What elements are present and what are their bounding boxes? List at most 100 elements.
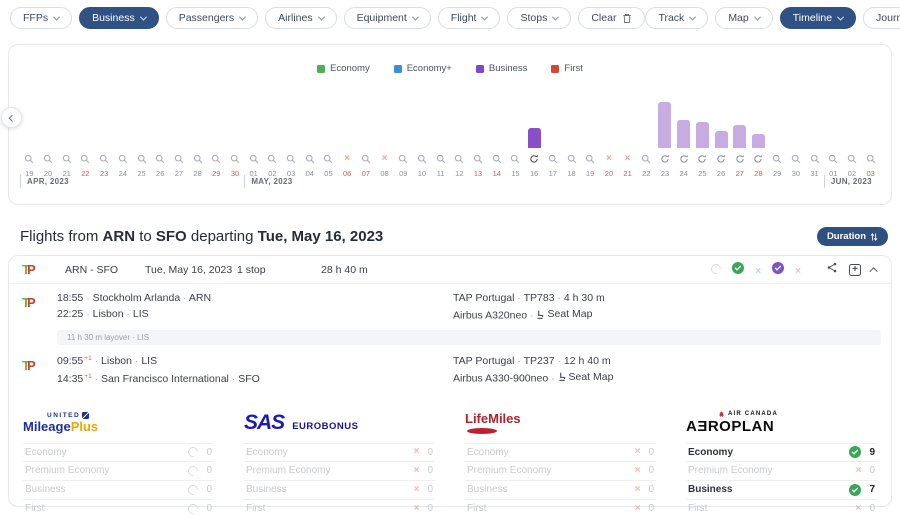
scroll-left-button[interactable] — [1, 107, 22, 128]
timeline-day-21[interactable]: ×21 — [618, 78, 637, 178]
timeline-day-13[interactable]: 13 — [469, 78, 488, 178]
search-icon[interactable] — [585, 154, 595, 164]
seat-map-link[interactable]: Seat Map — [558, 369, 614, 385]
refresh-icon[interactable] — [735, 154, 745, 164]
share-button[interactable] — [826, 261, 838, 279]
timeline-day-30[interactable]: 30 — [226, 78, 245, 178]
timeline-day-17[interactable]: 17 — [543, 78, 562, 178]
timeline-day-24[interactable]: 24 — [113, 78, 132, 178]
filter-pill-airlines[interactable]: Airlines — [265, 7, 336, 29]
seat-map-link[interactable]: Seat Map — [536, 306, 592, 322]
search-icon[interactable] — [137, 154, 147, 164]
timeline-day-11[interactable]: 11 — [431, 78, 450, 178]
timeline-day-30[interactable]: 30 — [787, 78, 806, 178]
filter-pill-ffps[interactable]: FFPs — [10, 7, 72, 29]
search-icon[interactable] — [211, 154, 221, 164]
search-icon[interactable] — [492, 154, 502, 164]
add-to-tracking-button[interactable]: + — [849, 264, 861, 276]
search-icon[interactable] — [398, 154, 408, 164]
timeline-day-20[interactable]: ×20 — [600, 78, 619, 178]
search-icon[interactable] — [791, 154, 801, 164]
timeline-day-12[interactable]: 12 — [450, 78, 469, 178]
timeline-day-25[interactable]: 25 — [693, 78, 712, 178]
search-icon[interactable] — [193, 154, 203, 164]
timeline-day-15[interactable]: 15 — [506, 78, 525, 178]
search-icon[interactable] — [454, 154, 464, 164]
search-icon[interactable] — [230, 154, 240, 164]
timeline-day-18[interactable]: 18 — [562, 78, 581, 178]
filter-pill-clear[interactable]: Clear — [578, 7, 645, 29]
timeline-day-27[interactable]: 27 — [170, 78, 189, 178]
filter-pill-passengers[interactable]: Passengers — [166, 7, 258, 29]
refresh-icon[interactable] — [529, 154, 539, 164]
collapse-chevron-icon[interactable] — [869, 267, 877, 275]
timeline-day-03[interactable]: 03 — [861, 78, 880, 178]
refresh-icon[interactable] — [753, 154, 763, 164]
timeline-day-03[interactable]: 03 — [282, 78, 301, 178]
search-icon[interactable] — [828, 154, 838, 164]
search-icon[interactable] — [43, 154, 53, 164]
search-icon[interactable] — [847, 154, 857, 164]
search-icon[interactable] — [417, 154, 427, 164]
filter-pill-track[interactable]: Track — [645, 7, 708, 29]
timeline-day-09[interactable]: 09 — [394, 78, 413, 178]
timeline-day-21[interactable]: 21 — [57, 78, 76, 178]
timeline-day-01[interactable]: 01 — [244, 78, 263, 178]
share-icon[interactable] — [826, 261, 838, 274]
timeline-day-27[interactable]: 27 — [730, 78, 749, 178]
filter-pill-timeline[interactable]: Timeline — [780, 7, 856, 29]
search-icon[interactable] — [772, 154, 782, 164]
flight-card-header[interactable]: TP ARN - SFO Tue, May 16, 2023 1 stop 28… — [9, 256, 891, 283]
search-icon[interactable] — [866, 154, 876, 164]
timeline-day-07[interactable]: 07 — [357, 78, 376, 178]
timeline-day-28[interactable]: 28 — [749, 78, 768, 178]
search-icon[interactable] — [118, 154, 128, 164]
timeline-day-04[interactable]: 04 — [300, 78, 319, 178]
search-icon[interactable] — [323, 154, 333, 164]
timeline-day-23[interactable]: 23 — [656, 78, 675, 178]
timeline-day-19[interactable]: 19 — [20, 78, 39, 178]
search-icon[interactable] — [361, 154, 371, 164]
timeline-day-02[interactable]: 02 — [263, 78, 282, 178]
sort-duration-button[interactable]: Duration — [817, 227, 888, 246]
timeline-day-05[interactable]: 05 — [319, 78, 338, 178]
search-icon[interactable] — [24, 154, 34, 164]
timeline-day-23[interactable]: 23 — [95, 78, 114, 178]
filter-pill-journey[interactable]: Journey — [863, 7, 900, 29]
search-icon[interactable] — [810, 154, 820, 164]
timeline-day-08[interactable]: ×08 — [375, 78, 394, 178]
timeline-day-06[interactable]: ×06 — [338, 78, 357, 178]
search-icon[interactable] — [155, 154, 165, 164]
timeline-day-01[interactable]: 01 — [824, 78, 843, 178]
timeline-day-29[interactable]: 29 — [768, 78, 787, 178]
search-icon[interactable] — [567, 154, 577, 164]
legend-item-first[interactable]: First — [551, 63, 582, 74]
timeline-day-28[interactable]: 28 — [188, 78, 207, 178]
refresh-icon[interactable] — [660, 154, 670, 164]
timeline-day-31[interactable]: 31 — [805, 78, 824, 178]
search-icon[interactable] — [62, 154, 72, 164]
search-icon[interactable] — [99, 154, 109, 164]
filter-pill-business[interactable]: Business — [79, 7, 159, 29]
timeline-day-14[interactable]: 14 — [487, 78, 506, 178]
filter-pill-stops[interactable]: Stops — [507, 7, 571, 29]
timeline-day-22[interactable]: 22 — [637, 78, 656, 178]
timeline-day-10[interactable]: 10 — [413, 78, 432, 178]
search-icon[interactable] — [174, 154, 184, 164]
timeline-day-20[interactable]: 20 — [39, 78, 58, 178]
search-icon[interactable] — [249, 154, 259, 164]
legend-item-business[interactable]: Business — [476, 63, 528, 74]
search-icon[interactable] — [267, 154, 277, 164]
search-icon[interactable] — [510, 154, 520, 164]
timeline-day-16[interactable]: 16 — [525, 78, 544, 178]
search-icon[interactable] — [305, 154, 315, 164]
search-icon[interactable] — [641, 154, 651, 164]
timeline-day-02[interactable]: 02 — [843, 78, 862, 178]
filter-pill-map[interactable]: Map — [715, 7, 772, 29]
legend-item-economy[interactable]: Economy — [317, 63, 370, 74]
search-icon[interactable] — [548, 154, 558, 164]
search-icon[interactable] — [436, 154, 446, 164]
timeline-day-29[interactable]: 29 — [207, 78, 226, 178]
legend-item-economy-plus[interactable]: Economy+ — [394, 63, 452, 74]
filter-pill-equipment[interactable]: Equipment — [344, 7, 431, 29]
